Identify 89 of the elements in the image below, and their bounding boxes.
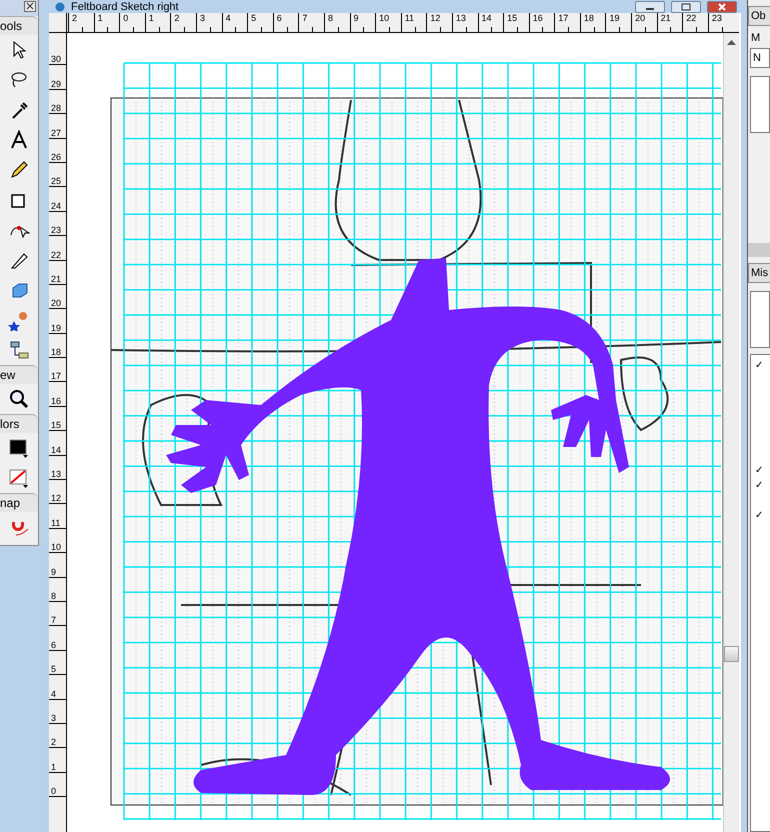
ruler-label: 17 <box>558 13 568 23</box>
ruler-label: 20 <box>635 13 646 23</box>
ruler-label: 19 <box>609 13 620 23</box>
ruler-label: 16 <box>51 396 62 406</box>
panel-heading: ew <box>0 365 38 384</box>
close-button[interactable] <box>707 0 737 12</box>
field-label: M <box>751 32 762 44</box>
list-box <box>750 76 770 133</box>
ruler-label: 6 <box>276 13 282 23</box>
ruler-label: 26 <box>51 152 62 162</box>
panel-heading: lors <box>0 414 38 433</box>
app-icon <box>55 2 65 12</box>
ruler-label: 15 <box>507 13 518 23</box>
ruler-label: 13 <box>51 469 62 480</box>
checkmark: ✓ <box>754 479 764 493</box>
hierarchy-icon[interactable] <box>8 339 30 361</box>
ruler-label: 29 <box>51 78 62 89</box>
ruler-label: 8 <box>328 13 333 23</box>
ruler-label: 5 <box>51 664 56 674</box>
close-icon <box>26 2 34 10</box>
panel-grip[interactable] <box>748 243 770 257</box>
ruler-label: 2 <box>174 13 180 23</box>
ruler-label: 23 <box>51 225 62 236</box>
ruler-label: 12 <box>51 493 62 504</box>
ruler-label: 21 <box>660 13 671 23</box>
ruler-label: 1 <box>98 13 103 23</box>
ruler-label: 23 <box>712 13 722 23</box>
search-icon[interactable] <box>8 388 30 410</box>
ruler-label: 16 <box>532 13 543 23</box>
ruler-label: 10 <box>51 542 62 552</box>
ruler-label: 0 <box>51 786 56 796</box>
ruler-label: 22 <box>686 13 696 23</box>
text-tool-icon[interactable] <box>8 129 30 151</box>
ruler-label: 21 <box>51 274 62 284</box>
ruler-label: 2 <box>72 13 78 23</box>
scroll-up-icon[interactable] <box>727 39 736 45</box>
ruler-label: 27 <box>51 128 62 138</box>
ruler-label: 17 <box>51 371 62 382</box>
input-field[interactable]: N <box>750 48 770 68</box>
ruler-label: 3 <box>200 13 205 23</box>
fill-color-icon[interactable] <box>8 467 30 489</box>
ruler-label: 14 <box>482 13 492 23</box>
ruler-label: 13 <box>456 13 466 23</box>
panel-heading: ools <box>0 16 38 35</box>
ruler-label: 14 <box>51 444 62 455</box>
maximize-button[interactable] <box>671 0 701 12</box>
ruler-label: 4 <box>226 13 231 23</box>
ruler-label: 20 <box>51 298 62 308</box>
ruler-label: 0 <box>123 13 128 23</box>
ruler-label: 9 <box>51 566 56 577</box>
ruler-label: 6 <box>51 640 56 650</box>
ruler-label: 15 <box>51 420 62 430</box>
panel-heading: nap <box>0 493 38 512</box>
checkmark: ✓ <box>754 464 764 478</box>
stroke-color-icon[interactable] <box>8 437 30 459</box>
ruler-label: 7 <box>51 615 56 626</box>
ruler-label: 4 <box>51 688 56 699</box>
ruler-label: 22 <box>51 250 62 260</box>
ruler-label: 2 <box>51 737 56 748</box>
ruler-label: 18 <box>584 13 594 23</box>
ruler-label: 12 <box>430 13 440 23</box>
ruler-label: 30 <box>51 54 62 64</box>
scrollbar-thumb[interactable] <box>724 646 739 662</box>
maximize-icon <box>681 2 691 10</box>
ruler-label: 10 <box>379 13 390 23</box>
ruler-label: 3 <box>51 712 56 723</box>
ruler-label: 1 <box>51 762 56 772</box>
ruler-label: 7 <box>302 13 308 23</box>
ruler-label: 18 <box>51 347 62 358</box>
ruler-label: 28 <box>51 103 62 114</box>
ruler-label: 8 <box>51 590 56 601</box>
ruler-label: 11 <box>51 518 60 528</box>
property-box <box>750 291 770 348</box>
ruler-label: 1 <box>148 13 154 23</box>
checkmark: ✓ <box>754 359 764 373</box>
window-title: Feltboard Sketch right <box>71 0 180 12</box>
panel-tab[interactable]: Ob <box>748 6 770 26</box>
ruler-label: 9 <box>354 13 359 23</box>
ruler-label: 5 <box>251 13 256 23</box>
ruler-label: 24 <box>51 200 62 211</box>
pencil-icon[interactable] <box>8 159 30 181</box>
ruler-label: 19 <box>51 322 62 333</box>
ruler-label: 25 <box>51 176 62 186</box>
checkmark: ✓ <box>754 509 764 523</box>
close-icon <box>717 2 727 10</box>
ruler-label: 11 <box>404 13 414 23</box>
panel-tab[interactable]: Mis <box>748 263 770 283</box>
minimize-button[interactable] <box>635 0 665 12</box>
close-button[interactable] <box>24 1 36 12</box>
